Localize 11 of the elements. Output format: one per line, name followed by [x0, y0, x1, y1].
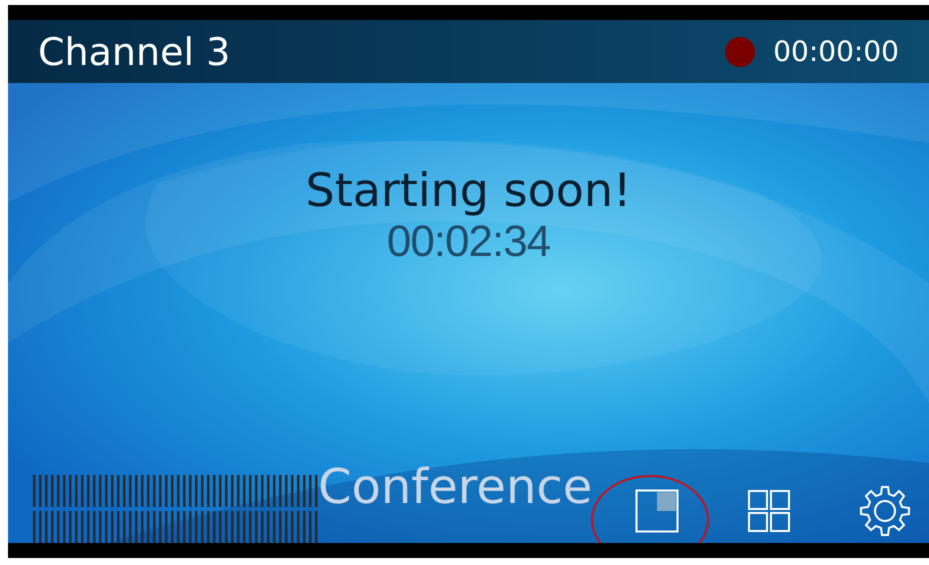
- channel-title: Channel 3: [38, 30, 230, 74]
- grid-view-button[interactable]: [747, 489, 791, 533]
- countdown-timer: 00:02:34: [386, 217, 550, 267]
- grid-view-icon: [747, 489, 791, 533]
- settings-button[interactable]: [859, 485, 911, 537]
- recording-timer: 00:00:00: [773, 35, 899, 68]
- status-title: Starting soon!: [306, 163, 632, 217]
- settings-icon: [859, 485, 911, 537]
- single-view-button[interactable]: [635, 489, 679, 533]
- mode-label: Conference: [318, 459, 592, 515]
- single-view-icon: [635, 489, 679, 533]
